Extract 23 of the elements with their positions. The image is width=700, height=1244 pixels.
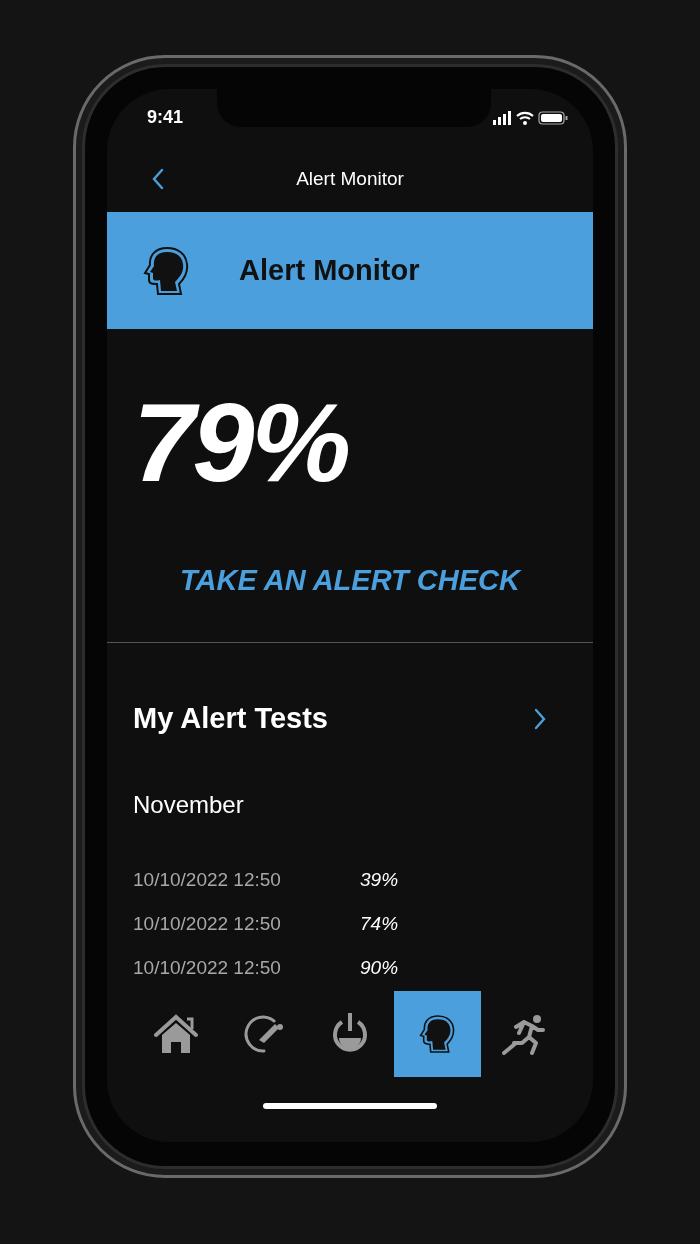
chevron-right-icon[interactable] — [533, 707, 547, 730]
test-score: 90% — [360, 957, 399, 980]
alert-check-link[interactable]: TAKE AN ALERT CHECK — [180, 564, 520, 598]
tab-head[interactable] — [393, 991, 481, 1078]
gauge-icon — [241, 1013, 284, 1056]
section-title: My Alert Tests — [133, 702, 328, 736]
test-date: 10/10/2022 12:50 — [133, 957, 282, 980]
screen-title: Alert Monitor — [296, 168, 404, 190]
test-date: 10/10/2022 12:50 — [133, 913, 282, 936]
test-score: 74% — [360, 913, 399, 936]
home-icon — [152, 1013, 199, 1056]
test-score: 39% — [360, 869, 399, 892]
head-icon — [143, 245, 189, 296]
banner-title: Alert Monitor — [239, 254, 420, 287]
head-icon — [419, 1013, 456, 1056]
signal-icon — [493, 110, 511, 125]
alert-score: 79% — [133, 381, 350, 505]
status-time: 9:41 — [147, 107, 184, 128]
test-date: 10/10/2022 12:50 — [133, 869, 282, 892]
runner-icon — [502, 1013, 547, 1056]
battery-icon — [538, 110, 568, 125]
month-label: November — [133, 791, 245, 820]
wifi-icon — [515, 111, 535, 125]
